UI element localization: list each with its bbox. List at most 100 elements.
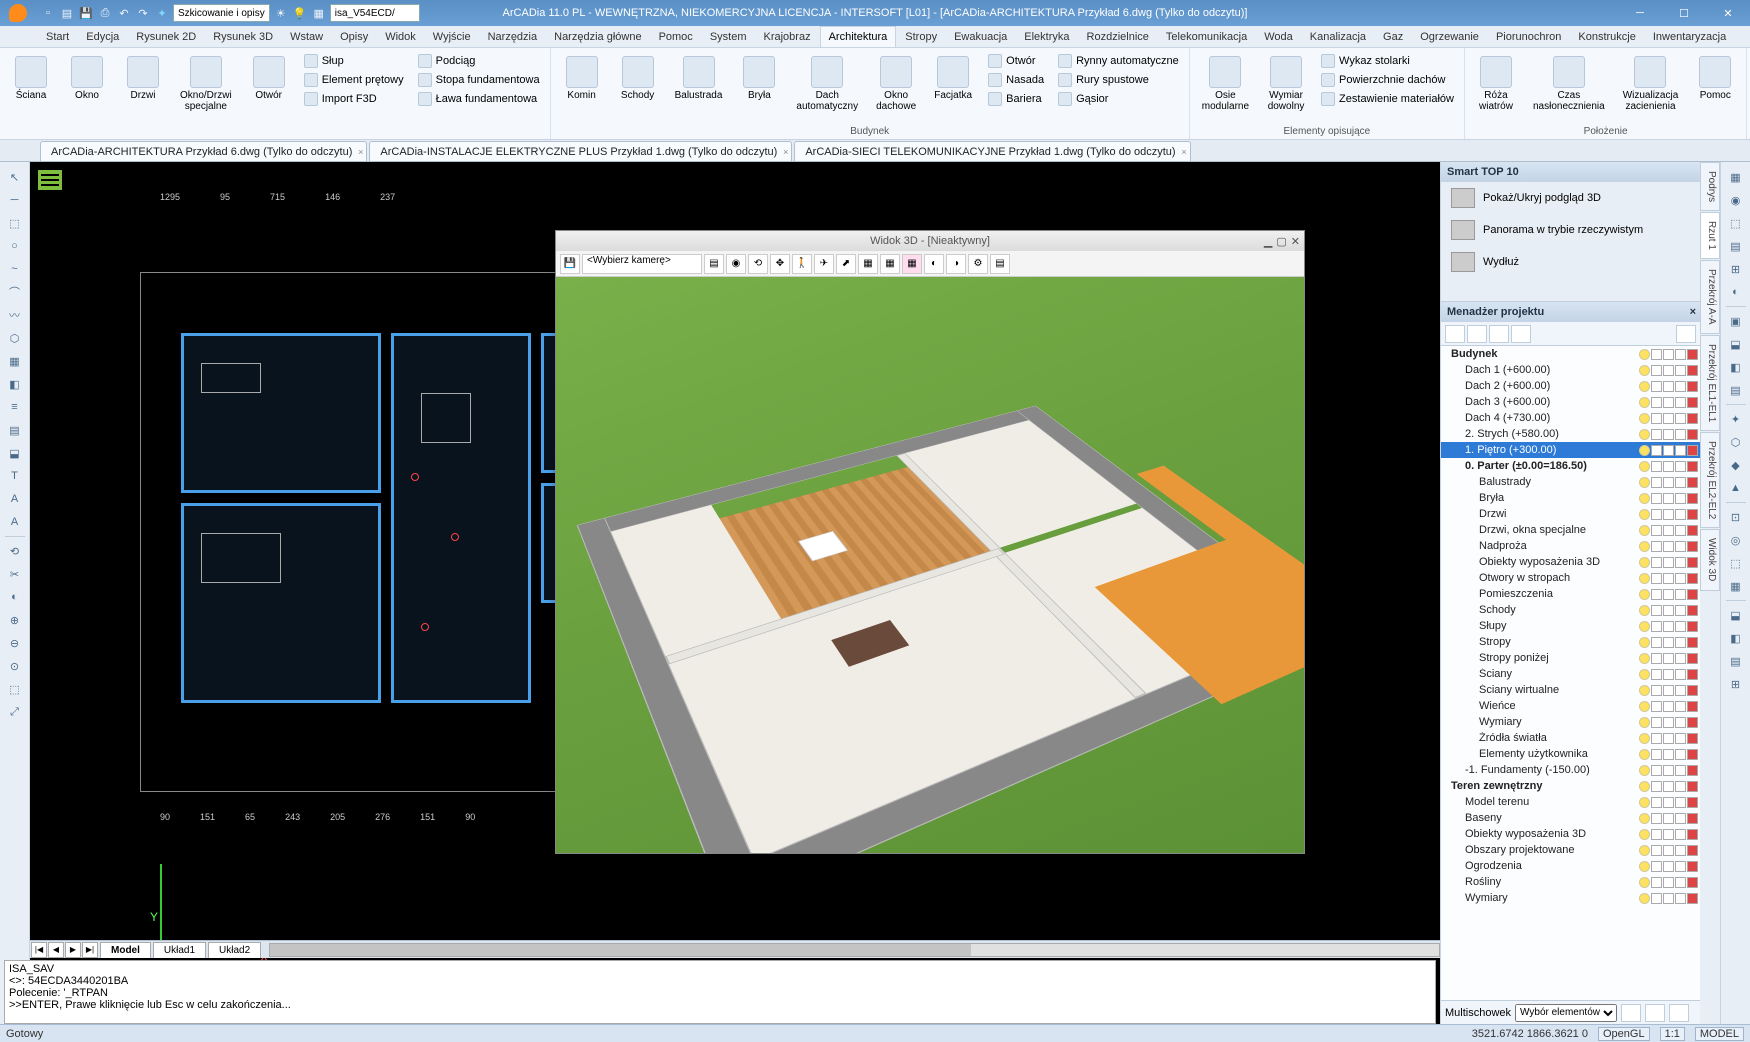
visibility-icon[interactable]: [1639, 461, 1650, 472]
qat-redo-icon[interactable]: ↷: [135, 5, 151, 21]
v3-btn[interactable]: ▦: [880, 254, 900, 274]
ribbon-tab[interactable]: Krajobraz: [756, 26, 819, 47]
color-swatch[interactable]: [1687, 813, 1698, 824]
layer-icon[interactable]: [1675, 701, 1686, 712]
color-swatch[interactable]: [1687, 525, 1698, 536]
visibility-icon[interactable]: [1639, 413, 1650, 424]
lock-icon[interactable]: [1651, 749, 1662, 760]
layer-icon[interactable]: [1675, 493, 1686, 504]
lock-icon[interactable]: [1651, 557, 1662, 568]
tree-row[interactable]: Dach 3 (+600.00): [1441, 394, 1700, 410]
tree-row[interactable]: Otwory w stropach: [1441, 570, 1700, 586]
view-tab[interactable]: Przekrój A-A: [1700, 260, 1720, 334]
pm-toolbtn[interactable]: [1511, 325, 1531, 343]
lock-icon[interactable]: [1651, 445, 1662, 456]
ribbon-tab[interactable]: Stropy: [897, 26, 945, 47]
tab-close-icon[interactable]: ×: [783, 147, 788, 157]
layer-icon[interactable]: [1675, 861, 1686, 872]
ribbon-small-button[interactable]: Rury spustowe: [1054, 71, 1183, 89]
tree-row[interactable]: Wymiary: [1441, 890, 1700, 906]
lock-icon[interactable]: [1651, 493, 1662, 504]
tool-icon[interactable]: ▲: [1725, 477, 1747, 499]
tool-icon[interactable]: ~: [4, 258, 26, 280]
tree-row[interactable]: Model terenu: [1441, 794, 1700, 810]
lock-icon[interactable]: [1651, 845, 1662, 856]
layer-icon[interactable]: [1675, 605, 1686, 616]
color-swatch[interactable]: [1687, 381, 1698, 392]
ribbon-tab[interactable]: Konstrukcje: [1570, 26, 1643, 47]
canvas-2d[interactable]: 129595715146237 901516524320527615190 Y …: [30, 162, 1440, 1024]
print-icon[interactable]: [1663, 509, 1674, 520]
view3d-titlebar[interactable]: Widok 3D - [Nieaktywny] ▁▢✕: [556, 231, 1304, 251]
color-swatch[interactable]: [1687, 861, 1698, 872]
tool-icon[interactable]: ⊖: [4, 632, 26, 654]
lock-icon[interactable]: [1651, 893, 1662, 904]
print-icon[interactable]: [1663, 525, 1674, 536]
tool-icon[interactable]: ⊙: [4, 655, 26, 677]
tree-row[interactable]: Źródła światła: [1441, 730, 1700, 746]
tree-row[interactable]: Schody: [1441, 602, 1700, 618]
ribbon-tab[interactable]: Start: [38, 26, 77, 47]
ribbon-tab[interactable]: Opisy: [332, 26, 376, 47]
layer-icon[interactable]: [1675, 413, 1686, 424]
layer-icon[interactable]: [1675, 797, 1686, 808]
ribbon-button[interactable]: Czasnasłonecznienia: [1527, 52, 1611, 116]
tree-row[interactable]: Nadproża: [1441, 538, 1700, 554]
tool-icon[interactable]: ⬚: [1725, 552, 1747, 574]
color-swatch[interactable]: [1687, 669, 1698, 680]
ribbon-button[interactable]: Bryła: [734, 52, 784, 105]
layer-icon[interactable]: [1675, 365, 1686, 376]
lock-icon[interactable]: [1651, 765, 1662, 776]
tree-row[interactable]: Ogrodzenia: [1441, 858, 1700, 874]
color-swatch[interactable]: [1687, 893, 1698, 904]
print-icon[interactable]: [1663, 893, 1674, 904]
visibility-icon[interactable]: [1639, 541, 1650, 552]
ribbon-tab[interactable]: Telekomunikacja: [1158, 26, 1255, 47]
lock-icon[interactable]: [1651, 413, 1662, 424]
ribbon-tab[interactable]: Gaz: [1375, 26, 1411, 47]
tree-row[interactable]: Teren zewnętrzny: [1441, 778, 1700, 794]
pm-toolbtn[interactable]: [1489, 325, 1509, 343]
pm-footbtn[interactable]: [1621, 1004, 1641, 1022]
tree-row[interactable]: Wymiary: [1441, 714, 1700, 730]
ribbon-tab[interactable]: Edycja: [78, 26, 127, 47]
ribbon-tab[interactable]: Rysunek 2D: [128, 26, 204, 47]
element-select[interactable]: Wybór elementów: [1515, 1004, 1617, 1022]
print-icon[interactable]: [1663, 477, 1674, 488]
h-scrollbar[interactable]: [269, 943, 1440, 957]
document-tab[interactable]: ArCADia-INSTALACJE ELEKTRYCZNE PLUS Przy…: [369, 141, 792, 161]
print-icon[interactable]: [1663, 701, 1674, 712]
lock-icon[interactable]: [1651, 861, 1662, 872]
tool-icon[interactable]: ◎: [1725, 529, 1747, 551]
tab-close-icon[interactable]: ×: [358, 147, 363, 157]
tool-icon[interactable]: ▦: [1725, 166, 1747, 188]
ribbon-button[interactable]: Facjatka: [928, 52, 978, 105]
print-icon[interactable]: [1663, 397, 1674, 408]
visibility-icon[interactable]: [1639, 749, 1650, 760]
color-swatch[interactable]: [1687, 749, 1698, 760]
print-icon[interactable]: [1663, 861, 1674, 872]
color-swatch[interactable]: [1687, 509, 1698, 520]
lock-icon[interactable]: [1651, 429, 1662, 440]
view-tab[interactable]: Widok 3D: [1700, 529, 1720, 590]
print-icon[interactable]: [1663, 557, 1674, 568]
view-tab[interactable]: Przekrój EL2-EL2: [1700, 432, 1720, 528]
tree-row[interactable]: Dach 4 (+730.00): [1441, 410, 1700, 426]
print-icon[interactable]: [1663, 877, 1674, 888]
qat-undo-icon[interactable]: ↶: [116, 5, 132, 21]
pm-toolbtn[interactable]: [1676, 325, 1696, 343]
tool-icon[interactable]: ▤: [1725, 650, 1747, 672]
tool-icon[interactable]: ⤢: [4, 701, 26, 723]
qat-sun-icon[interactable]: ☀: [273, 5, 289, 21]
lock-icon[interactable]: [1651, 509, 1662, 520]
layer-icon[interactable]: [1675, 461, 1686, 472]
layout-tab[interactable]: Układ2: [208, 942, 261, 958]
visibility-icon[interactable]: [1639, 605, 1650, 616]
ribbon-button[interactable]: Schody: [613, 52, 663, 105]
visibility-icon[interactable]: [1639, 381, 1650, 392]
color-swatch[interactable]: [1687, 493, 1698, 504]
layer-icon[interactable]: [1675, 829, 1686, 840]
tree-row[interactable]: Rośliny: [1441, 874, 1700, 890]
view3d-canvas[interactable]: [556, 277, 1304, 853]
lock-icon[interactable]: [1651, 781, 1662, 792]
